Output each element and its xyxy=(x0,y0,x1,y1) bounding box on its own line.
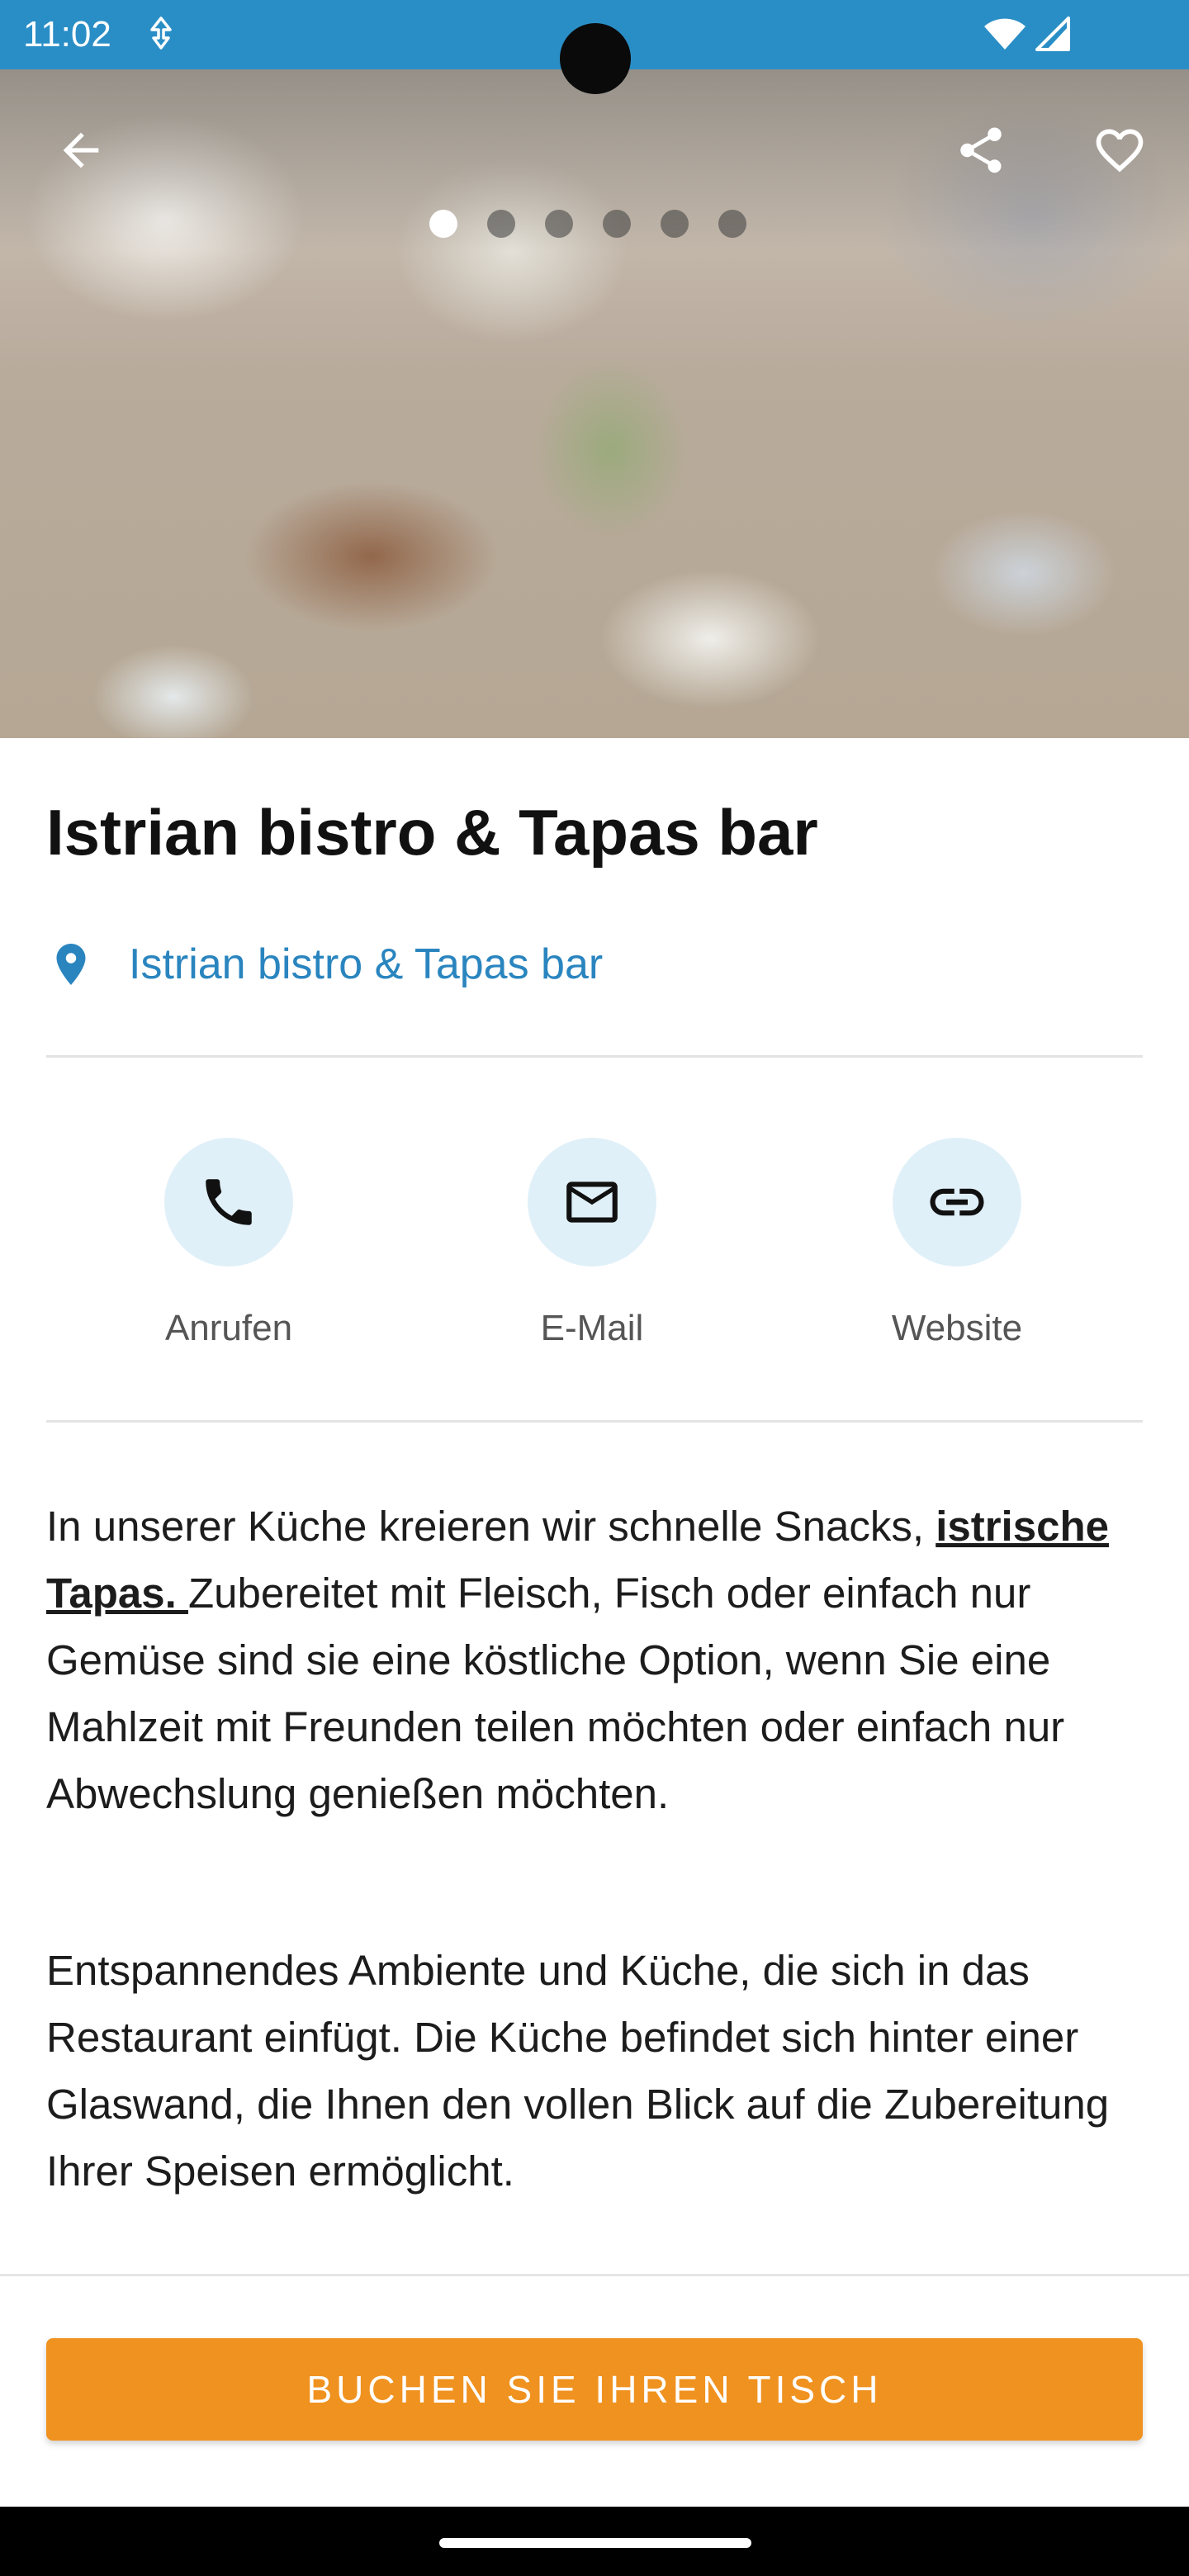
divider xyxy=(46,1055,1143,1058)
call-button[interactable] xyxy=(164,1138,293,1267)
page-title: Istrian bistro & Tapas bar xyxy=(46,796,818,869)
arrow-back-icon xyxy=(63,132,99,168)
navigation-bar xyxy=(0,2507,1189,2576)
call-action[interactable]: Anrufen xyxy=(105,1138,353,1349)
location-text[interactable]: Istrian bistro & Tapas bar xyxy=(129,940,603,989)
signal-icon xyxy=(1034,17,1072,55)
heart-outline-icon xyxy=(1096,129,1144,173)
home-gesture-handle[interactable] xyxy=(439,2538,751,2548)
link-icon xyxy=(930,1188,984,1216)
phone-icon xyxy=(206,1179,252,1225)
location-pin-icon xyxy=(56,944,86,985)
wifi-icon xyxy=(983,17,1027,55)
carousel-dot[interactable] xyxy=(661,210,689,238)
description-paragraph-2: Entspannendes Ambiente und Küche, die si… xyxy=(46,1947,1110,2195)
favorite-button[interactable] xyxy=(1080,111,1159,190)
hero-image[interactable] xyxy=(0,69,1189,738)
share-button[interactable] xyxy=(941,111,1021,190)
email-button[interactable] xyxy=(528,1138,656,1267)
call-label: Anrufen xyxy=(164,1308,293,1348)
carousel-dot[interactable] xyxy=(487,210,515,238)
location-link[interactable]: Istrian bistro & Tapas bar xyxy=(46,931,603,997)
description-paragraph-1: In unserer Küche kreieren wir schnelle S… xyxy=(46,1493,1153,1827)
carousel-dot[interactable] xyxy=(545,210,573,238)
email-label: E-Mail xyxy=(540,1308,644,1348)
email-action[interactable]: E-Mail xyxy=(468,1138,716,1349)
book-table-button[interactable]: BUCHEN SIE IHREN TISCH xyxy=(46,2338,1143,2441)
website-action[interactable]: Website xyxy=(833,1138,1081,1349)
share-icon xyxy=(960,127,1002,173)
data-saver-icon xyxy=(149,15,173,55)
bottom-divider xyxy=(0,2274,1189,2276)
carousel-indicator xyxy=(429,210,746,238)
carousel-dot[interactable] xyxy=(603,210,631,238)
divider xyxy=(46,1420,1143,1423)
status-time: 11:02 xyxy=(23,14,111,54)
description-text: Zubereitet mit Fleisch, Fisch oder einfa… xyxy=(46,1570,1065,1817)
carousel-dot-active[interactable] xyxy=(429,210,457,238)
camera-cutout xyxy=(560,23,631,94)
mail-icon xyxy=(566,1181,618,1223)
carousel-dot[interactable] xyxy=(718,210,746,238)
website-label: Website xyxy=(891,1308,1023,1348)
back-button[interactable] xyxy=(41,111,121,190)
description-text: In unserer Küche kreieren wir schnelle S… xyxy=(46,1503,936,1550)
website-button[interactable] xyxy=(893,1138,1021,1267)
